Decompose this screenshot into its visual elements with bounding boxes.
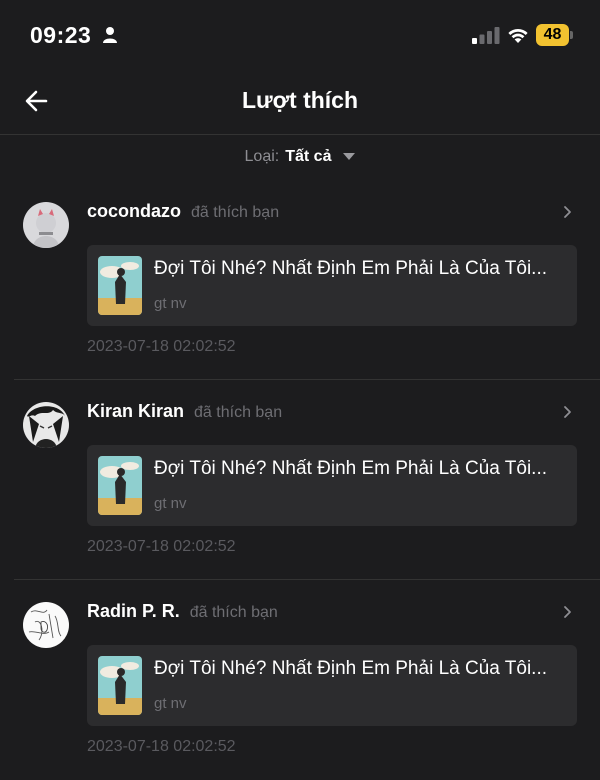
caret-down-icon [343, 152, 356, 160]
action-text: đã thích bạn [191, 204, 280, 221]
chevron-right-icon[interactable] [562, 605, 572, 619]
book-cover [98, 656, 142, 715]
list-item: cocondazo đã thích bạn Đợi Tôi Nhé? Nhất… [0, 180, 600, 380]
person-icon [103, 27, 117, 43]
chevron-right-icon[interactable] [562, 405, 572, 419]
book-cover [98, 456, 142, 515]
book-subtitle: gt nv [154, 495, 187, 512]
battery-indicator: 48 [536, 24, 574, 46]
timestamp: 2023-07-18 02:02:52 [87, 738, 236, 755]
filter-value: Tất cả [285, 148, 332, 165]
avatar[interactable] [23, 602, 69, 648]
user-line: Radin P. R. đã thích bạn [87, 601, 278, 622]
battery-cap [570, 31, 573, 39]
username[interactable]: Radin P. R. [87, 601, 180, 622]
battery-level: 48 [536, 24, 569, 46]
book-subtitle: gt nv [154, 295, 187, 312]
timestamp: 2023-07-18 02:02:52 [87, 338, 236, 355]
list-item: Radin P. R. đã thích bạn Đợi Tôi Nhé? Nh… [0, 580, 600, 780]
timestamp: 2023-07-18 02:02:52 [87, 538, 236, 555]
story-card[interactable]: Đợi Tôi Nhé? Nhất Định Em Phải Là Của Tô… [87, 245, 577, 326]
book-title: Đợi Tôi Nhé? Nhất Định Em Phải Là Của Tô… [154, 458, 547, 479]
list-item: Kiran Kiran đã thích bạn Đợi Tôi Nhé? Nh… [0, 380, 600, 580]
likes-list: cocondazo đã thích bạn Đợi Tôi Nhé? Nhất… [0, 180, 600, 780]
username[interactable]: cocondazo [87, 201, 181, 222]
page-title: Lượt thích [241, 87, 359, 113]
action-text: đã thích bạn [194, 404, 283, 421]
action-text: đã thích bạn [189, 604, 278, 621]
wifi-icon [508, 28, 528, 43]
status-bar: 09:23 48 [0, 0, 600, 70]
username[interactable]: Kiran Kiran [87, 401, 184, 422]
filter-bar: Loại: Tất cả [0, 148, 600, 166]
story-card[interactable]: Đợi Tôi Nhé? Nhất Định Em Phải Là Của Tô… [87, 645, 577, 726]
cellular-signal-icon [472, 27, 500, 44]
book-subtitle: gt nv [154, 695, 187, 712]
avatar[interactable] [23, 202, 69, 248]
type-filter-dropdown[interactable]: Loại: Tất cả [245, 148, 356, 166]
story-card[interactable]: Đợi Tôi Nhé? Nhất Định Em Phải Là Của Tô… [87, 445, 577, 526]
user-line: cocondazo đã thích bạn [87, 201, 279, 222]
status-time: 09:23 [30, 22, 92, 48]
book-title: Đợi Tôi Nhé? Nhất Định Em Phải Là Của Tô… [154, 658, 547, 679]
book-cover [98, 256, 142, 315]
avatar[interactable] [23, 402, 69, 448]
chevron-right-icon[interactable] [562, 205, 572, 219]
filter-label: Loại: [244, 148, 280, 165]
book-title: Đợi Tôi Nhé? Nhất Định Em Phải Là Của Tô… [154, 258, 547, 279]
user-line: Kiran Kiran đã thích bạn [87, 401, 282, 422]
nav-bar: Lượt thích [0, 70, 600, 135]
